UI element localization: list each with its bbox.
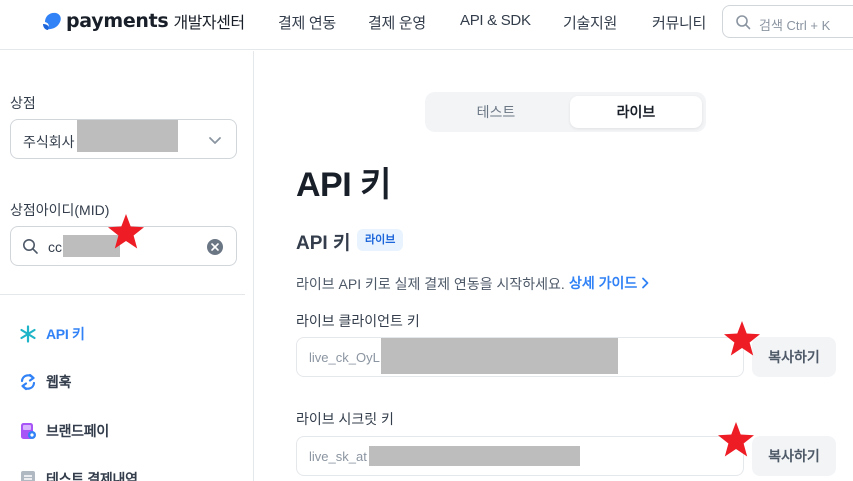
nav-integration[interactable]: 결제 연동	[278, 12, 336, 33]
sidebar-item-webhook[interactable]: 웹훅	[19, 370, 71, 394]
mid-label: 상점아이디(MID)	[10, 202, 110, 218]
secret-key-field[interactable]: live_sk_at	[296, 436, 744, 476]
page-title: API 키	[296, 166, 391, 204]
receipt-icon	[21, 471, 35, 481]
nav-operation[interactable]: 결제 운영	[368, 12, 426, 33]
toss-logo-icon	[43, 12, 61, 30]
nav-community[interactable]: 커뮤니티	[652, 12, 706, 33]
description: 라이브 API 키로 실제 결제 연동을 시작하세요.	[296, 276, 565, 292]
search-icon	[736, 15, 751, 30]
sidebar-item-label: 브랜드페이	[46, 423, 109, 439]
store-label: 상점	[10, 95, 36, 111]
nav-support[interactable]: 기술지원	[563, 12, 617, 33]
store-select[interactable]: 주식회사	[10, 119, 237, 159]
live-badge: 라이브	[357, 229, 404, 251]
redacted-secret-key	[369, 446, 580, 466]
secret-key-label: 라이브 시크릿 키	[296, 411, 394, 427]
tab-live[interactable]: 라이브	[570, 96, 702, 128]
copy-client-key-button[interactable]: 복사하기	[752, 337, 836, 377]
client-key-label: 라이브 클라이언트 키	[296, 313, 420, 329]
red-star-marker-icon	[718, 422, 754, 457]
red-star-marker-icon	[724, 321, 760, 356]
guide-link-label: 상세 가이드	[569, 275, 638, 291]
sidebar-divider	[0, 294, 245, 295]
client-key-value: live_ck_OyL	[309, 350, 380, 365]
sidebar: 상점 주식회사 상점아이디(MID) cc API 키 웹훅 브랜드페이 테스트…	[0, 51, 254, 481]
guide-link[interactable]: 상세 가이드	[569, 273, 649, 293]
tab-test[interactable]: 테스트	[430, 96, 562, 128]
chevron-down-icon	[209, 137, 221, 144]
logo-subtitle: 개발자센터	[173, 15, 245, 32]
sidebar-item-brandpay[interactable]: 브랜드페이	[19, 419, 109, 443]
nav-api-sdk[interactable]: API & SDK	[460, 12, 531, 29]
secret-key-value: live_sk_at	[309, 449, 367, 464]
sidebar-item-api-key[interactable]: API 키	[19, 322, 85, 346]
red-star-marker-icon	[108, 214, 144, 249]
client-key-field[interactable]: live_ck_OyL	[296, 337, 744, 377]
top-header: payments 개발자센터 결제 연동 결제 운영 API & SDK 기술지…	[0, 0, 853, 50]
env-segmented-control: 테스트 라이브	[425, 92, 706, 132]
copy-secret-key-button[interactable]: 복사하기	[752, 436, 836, 476]
sidebar-item-label: API 키	[46, 326, 85, 342]
chevron-right-icon	[642, 277, 649, 289]
redacted-client-key	[381, 338, 618, 374]
logo-wordmark: payments	[66, 10, 169, 32]
mid-value: cc	[48, 239, 62, 255]
store-value: 주식회사	[23, 134, 75, 150]
sidebar-item-test-payments[interactable]: 테스트 결제내역	[19, 467, 138, 481]
sidebar-item-label: 웹훅	[46, 374, 72, 390]
asterisk-icon	[20, 325, 36, 343]
search-input[interactable]: 검색 Ctrl + K	[722, 5, 853, 38]
logo[interactable]: payments 개발자센터	[41, 9, 245, 33]
search-icon	[23, 239, 38, 254]
sidebar-item-label: 테스트 결제내역	[46, 471, 138, 481]
search-placeholder: 검색 Ctrl + K	[759, 18, 831, 33]
refresh-icon	[20, 373, 36, 391]
section-title: API 키	[296, 233, 351, 254]
redacted-store-name	[77, 120, 178, 152]
clear-icon[interactable]	[206, 238, 224, 256]
brandpay-icon	[21, 423, 36, 439]
